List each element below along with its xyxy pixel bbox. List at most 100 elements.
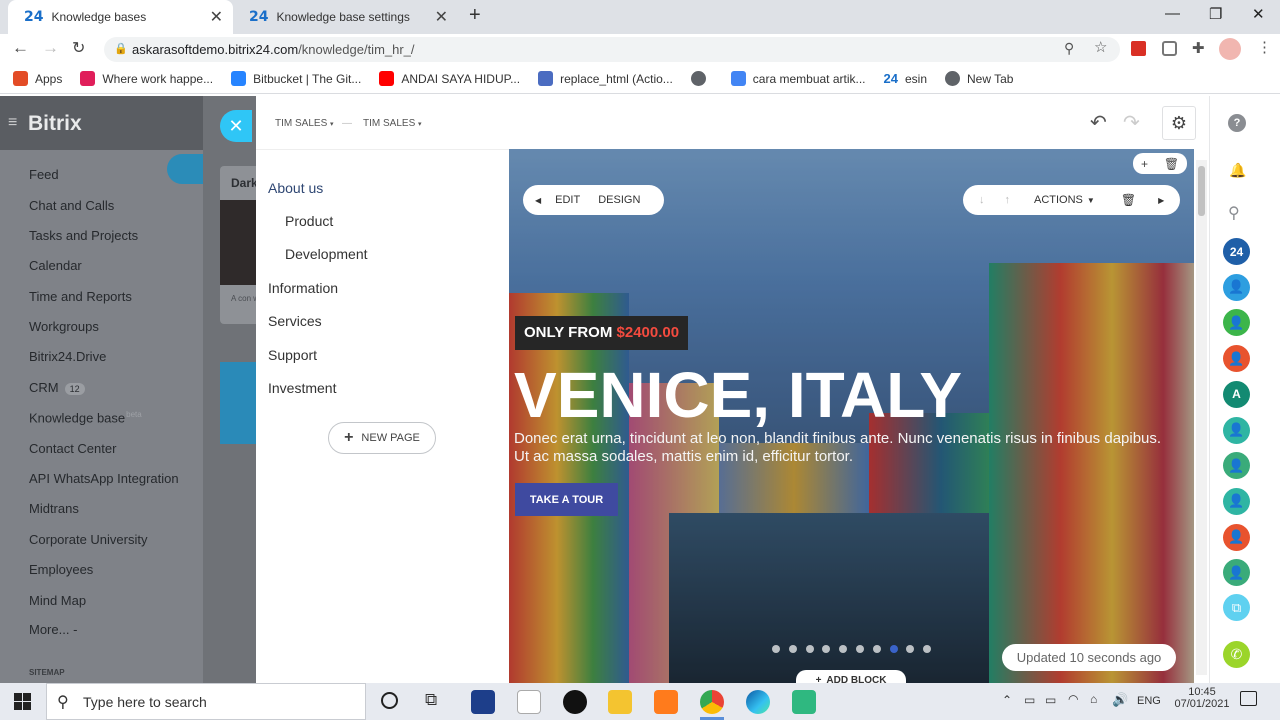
bookmark-slack[interactable]: Where work happe...	[80, 71, 213, 86]
language-indicator[interactable]: ENG	[1137, 695, 1161, 707]
sidebar-item[interactable]: Corporate University	[29, 532, 148, 547]
sidebar-item[interactable]: Mind Map	[29, 593, 86, 608]
tray-chevron-icon[interactable]: ⌃	[1002, 693, 1012, 707]
file-explorer-icon[interactable]	[608, 690, 632, 714]
bookmark-new-tab[interactable]: New Tab	[945, 71, 1013, 86]
wifi-icon[interactable]: ◠	[1068, 692, 1078, 706]
trash-icon[interactable]: 🗑	[1164, 157, 1179, 171]
help-icon[interactable]: ?	[1228, 114, 1246, 132]
zoom-icon[interactable]: ⚲	[1064, 40, 1074, 57]
page-tree-item[interactable]: Investment	[268, 380, 336, 396]
sidebar-item[interactable]: Midtrans	[29, 501, 79, 516]
task-view-icon[interactable]: ⧉	[425, 690, 437, 710]
scrollbar-thumb[interactable]	[1198, 166, 1205, 216]
sublime-text-icon[interactable]	[654, 690, 678, 714]
bookmark-globe[interactable]	[690, 71, 713, 86]
slider-dot[interactable]	[872, 645, 881, 653]
phone-icon[interactable]: ✆	[1223, 641, 1250, 668]
page-tree-item[interactable]: Development	[285, 246, 368, 262]
settings-gear-icon[interactable]: ⚙	[1162, 106, 1196, 140]
sidebar-item[interactable]: Employees	[29, 562, 93, 577]
slider-dot[interactable]	[788, 645, 797, 653]
page-tree-item[interactable]: About us	[268, 180, 323, 196]
collapse-left-icon[interactable]: ◀	[535, 196, 541, 205]
collapse-menu-button[interactable]	[167, 154, 203, 184]
edge-icon[interactable]	[746, 690, 770, 714]
tray-meet-icon[interactable]: ▭	[1024, 693, 1035, 707]
panel-scrollbar[interactable]	[1196, 160, 1207, 675]
price-badge[interactable]: ONLY FROM $2400.00	[515, 316, 689, 350]
network-icon[interactable]: ⌂	[1090, 692, 1097, 706]
code-editor-app-icon[interactable]	[517, 690, 541, 714]
slider-dot[interactable]	[772, 645, 780, 653]
breadcrumb-page[interactable]: TIM SALES ▾	[363, 118, 422, 129]
tab-knowledge-bases[interactable]: 24 Knowledge bases ✕	[8, 0, 233, 34]
chrome-icon[interactable]	[700, 690, 724, 714]
profile-avatar[interactable]	[1219, 38, 1241, 60]
search-icon[interactable]: ⚲	[1228, 203, 1240, 223]
bookmark-esin[interactable]: 24 esin	[884, 71, 927, 86]
minimize-icon[interactable]: —	[1165, 5, 1180, 22]
slider-dot[interactable]	[889, 645, 898, 653]
chat-avatar[interactable]: 👤	[1223, 452, 1250, 480]
tab-knowledge-base-settings[interactable]: 24 Knowledge base settings ✕	[233, 0, 458, 34]
chat-avatar[interactable]: 👤	[1223, 345, 1250, 373]
vscode-app-icon[interactable]	[471, 690, 495, 714]
close-window-icon[interactable]: ✕	[1252, 5, 1265, 23]
take-a-tour-button[interactable]: TAKE A TOUR	[515, 483, 618, 516]
new-tab-icon[interactable]: +	[469, 4, 481, 27]
bookmark-youtube[interactable]: ANDAI SAYA HIDUP...	[379, 71, 520, 86]
close-tab-icon[interactable]: ✕	[210, 7, 223, 27]
chat-avatar[interactable]: 👤	[1223, 416, 1250, 444]
expand-right-icon[interactable]: ▶	[1158, 196, 1164, 205]
sidebar-item[interactable]: Feed	[29, 167, 59, 182]
sidebar-item[interactable]: Contact Center	[29, 441, 116, 456]
redo-icon[interactable]: ↷	[1123, 110, 1140, 135]
page-tree-item[interactable]: Services	[268, 313, 322, 329]
extension-icon[interactable]	[1162, 41, 1177, 56]
undo-icon[interactable]: ↶	[1090, 110, 1107, 135]
windows-start-icon[interactable]	[14, 693, 31, 710]
close-slider-icon[interactable]: ✕	[220, 110, 252, 142]
app-icon[interactable]	[792, 690, 816, 714]
bitrix-logo[interactable]: Bitrix	[28, 112, 82, 136]
hero-title[interactable]: VENICE, ITALY	[514, 358, 962, 432]
page-tree-item[interactable]: Information	[268, 280, 338, 296]
address-bar[interactable]: 🔒 askarasoftdemo.bitrix24.com/knowledge/…	[104, 37, 1120, 62]
move-up-icon[interactable]: ↑	[1005, 194, 1011, 206]
chat-avatar[interactable]: A	[1223, 380, 1250, 408]
design-button[interactable]: DESIGN	[598, 194, 640, 206]
hamburger-icon[interactable]: ≡	[8, 114, 17, 132]
cortana-icon[interactable]	[381, 692, 398, 709]
clock[interactable]: 10:45 07/01/2021	[1174, 686, 1230, 710]
move-down-icon[interactable]: ↓	[979, 194, 985, 206]
page-tree-item[interactable]: Support	[268, 347, 317, 363]
sidebar-item[interactable]: Workgroups	[29, 319, 99, 334]
volume-icon[interactable]: 🔊	[1112, 692, 1128, 708]
close-tab-icon[interactable]: ✕	[435, 7, 448, 27]
notifications-icon[interactable]	[1240, 691, 1257, 706]
maximize-icon[interactable]: ❐	[1209, 5, 1222, 23]
sidebar-item[interactable]: Bitrix24.Drive	[29, 349, 106, 364]
chat-avatar[interactable]: 👤	[1223, 487, 1250, 515]
taskbar-search[interactable]: ⚲ Type here to search	[46, 683, 366, 720]
sidebar-item[interactable]: More... -	[29, 622, 77, 637]
slider-dot[interactable]	[856, 645, 864, 653]
forward-icon[interactable]: →	[42, 38, 59, 58]
battery-icon[interactable]: ▭	[1045, 693, 1056, 707]
sidebar-item[interactable]: API WhatsApp Integration	[29, 471, 179, 486]
b2b-app-icon[interactable]	[563, 690, 587, 714]
puzzle-icon[interactable]: ✚	[1192, 39, 1205, 57]
back-icon[interactable]: ←	[12, 38, 29, 58]
bookmark-star-icon[interactable]: ☆	[1094, 38, 1107, 56]
sitemap-label[interactable]: SITEMAP	[29, 668, 65, 677]
browser-menu-icon[interactable]: ⋮	[1257, 38, 1272, 56]
new-page-button[interactable]: + NEW PAGE	[328, 422, 436, 454]
sidebar-item[interactable]: Chat and Calls	[29, 198, 114, 213]
breadcrumb-site[interactable]: TIM SALES ▾	[275, 118, 334, 129]
bell-icon[interactable]: 🔔	[1229, 162, 1246, 179]
actions-dropdown[interactable]: ACTIONS	[1034, 194, 1083, 206]
sidebar-item[interactable]: Time and Reports	[29, 289, 132, 304]
edit-button[interactable]: EDIT	[555, 194, 580, 206]
pdf-extension-icon[interactable]	[1131, 41, 1146, 56]
